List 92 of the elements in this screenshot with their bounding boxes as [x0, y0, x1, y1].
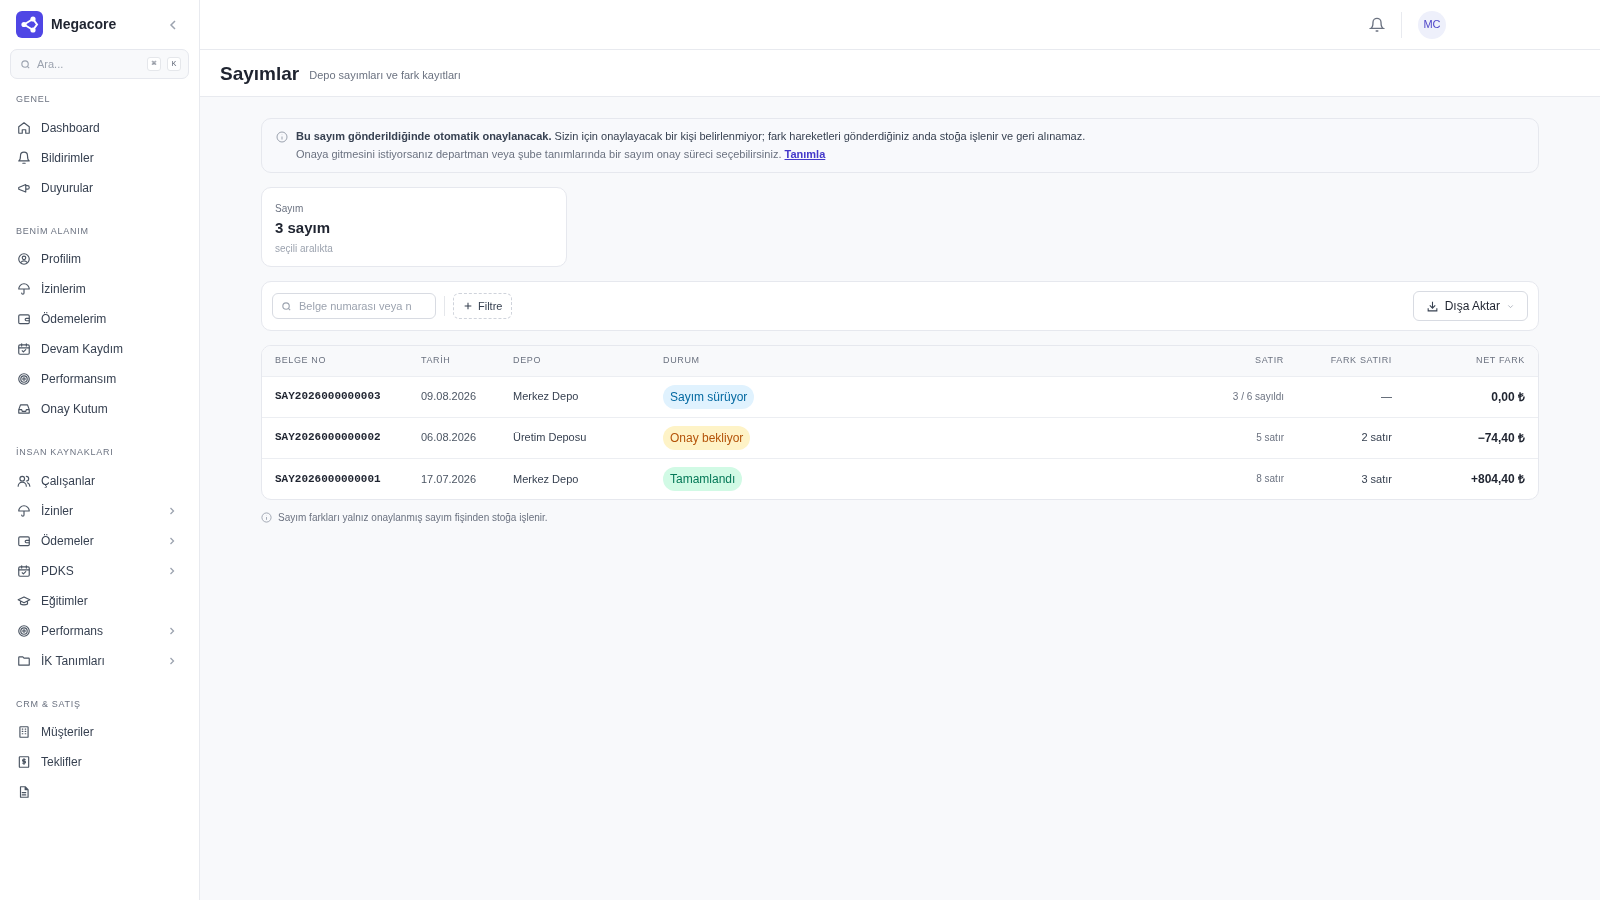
column-header: TARİH	[421, 346, 513, 376]
bell-icon[interactable]	[1369, 16, 1385, 33]
search-icon	[281, 301, 292, 312]
info-icon	[261, 512, 272, 523]
table-cell: 09.08.2026	[421, 390, 477, 403]
table-cell: 5 satır	[1256, 432, 1284, 443]
section-heading: GENEL	[15, 93, 52, 106]
nav-item[interactable]: Bildirimler	[10, 142, 189, 173]
table-cell: −74,40 ₺	[1477, 430, 1525, 445]
nav-item[interactable]: Dashboard	[10, 112, 189, 143]
info-icon	[276, 131, 288, 143]
define-link[interactable]: Tanımla	[784, 148, 826, 160]
page-title: Sayımlar	[220, 64, 300, 83]
table-cell: —	[1381, 390, 1392, 403]
nav-item[interactable]: Performans	[10, 615, 189, 646]
column-header: BELGE NO	[262, 346, 421, 376]
column-header: SATIR	[1174, 346, 1284, 376]
nav-item[interactable]: Ödemelerim	[10, 304, 189, 334]
shortcut-key: ⌘	[147, 57, 161, 71]
column-header: DEPO	[513, 346, 663, 376]
table-cell: SAY2026000000001	[275, 472, 381, 485]
nav-item[interactable]: Teklifler	[10, 747, 189, 777]
nav-item[interactable]: Performansım	[10, 364, 189, 394]
table-cell: 17.07.2026	[421, 472, 477, 485]
umbrella-icon	[17, 503, 31, 518]
section-heading: CRM & SATIŞ	[15, 697, 82, 711]
page-subtitle: Depo sayımları ve fark kayıtları	[309, 67, 461, 83]
bell-icon	[17, 150, 31, 165]
status-badge: Tamamlandı	[663, 466, 743, 491]
nav-item[interactable]: Duyurular	[10, 172, 189, 203]
table-cell: SAY2026000000002	[275, 431, 381, 444]
user-avatar[interactable]: MC	[1418, 10, 1446, 39]
table-cell: Üretim Deposu	[513, 431, 587, 444]
brand-name: Megacore	[51, 15, 118, 34]
document-icon	[17, 785, 31, 799]
search-icon	[20, 59, 31, 70]
table-cell: Merkez Depo	[513, 390, 579, 403]
table-cell: 3 / 6 sayıldı	[1232, 391, 1284, 402]
section-heading: İNSAN KAYNAKLARI	[15, 446, 115, 459]
status-badge: Onay bekliyor	[663, 425, 751, 450]
filter-button[interactable]: Filtre	[453, 293, 513, 319]
table-cell: Merkez Depo	[513, 472, 579, 485]
shortcut-key: K	[167, 57, 181, 71]
logo-icon	[16, 11, 43, 38]
table-cell: 8 satır	[1256, 473, 1284, 485]
nav-item[interactable]: Eğitimler	[10, 585, 189, 616]
stat-caption: seçili aralıkta	[275, 241, 334, 256]
nav-item[interactable]: PDKS	[10, 555, 189, 586]
nav-item[interactable]: Profilim	[10, 244, 189, 274]
inbox-icon	[17, 402, 31, 416]
table-cell: +804,40 ₺	[1470, 471, 1525, 486]
search-field[interactable]: Belge numarası veya n	[272, 293, 436, 319]
column-header: NET FARK	[1392, 346, 1538, 376]
table-cell: 3 satır	[1361, 472, 1392, 485]
download-icon	[1425, 299, 1439, 313]
nav-item[interactable]: Müşteriler	[10, 717, 189, 747]
user-circle-icon	[17, 252, 31, 266]
stat-label: Sayım	[275, 202, 305, 216]
column-header: DURUM	[663, 346, 1174, 376]
nav-item[interactable]: İzinlerim	[10, 274, 189, 304]
wallet-icon	[17, 533, 31, 548]
building-icon	[17, 725, 31, 739]
users-icon	[17, 473, 31, 488]
calendar-icon	[17, 563, 31, 578]
folder-icon	[17, 653, 31, 668]
nav-item[interactable]: Devam Kaydım	[10, 334, 189, 364]
table-cell: 06.08.2026	[421, 431, 477, 444]
notice-text: Bu sayım gönderildiğinde otomatik onaylanacak. Sizin için onaylayacak bir kişi belirlenmiyor; fark hareketleri gönderdiğiniz anda stoğa işlenir ve geri alınamaz.	[296, 129, 1086, 144]
target-icon	[17, 372, 31, 386]
graduation-cap-icon	[17, 593, 31, 608]
calendar-icon	[17, 342, 31, 356]
nav-item[interactable]: Ödemeler	[10, 525, 189, 556]
nav-item[interactable]: İK Tanımları	[10, 645, 189, 676]
table-cell: 2 satır	[1361, 431, 1392, 444]
stat-value: 3 sayım	[275, 218, 332, 238]
plus-icon	[463, 301, 473, 311]
invoice-icon	[17, 755, 31, 769]
home-icon	[17, 120, 31, 135]
export-button[interactable]: Dışa Aktar	[1412, 291, 1528, 321]
nav-item[interactable]: Onay Kutum	[10, 394, 189, 424]
column-header: FARK SATIRI	[1284, 346, 1392, 376]
umbrella-icon	[17, 282, 31, 296]
section-heading: BENİM ALANIM	[15, 224, 90, 238]
wallet-icon	[17, 312, 31, 326]
notice-text: Onaya gitmesini istiyorsanız departman veya şube tanımlarında bir sayım onay süreci seçebilirsiniz.	[296, 148, 782, 160]
table-cell: 0,00 ₺	[1491, 389, 1525, 404]
footnote-text: Sayım farkları yalnız onaylanmış sayım fişinden stoğa işlenir.	[278, 511, 548, 525]
nav-item[interactable]: İzinler	[10, 495, 189, 526]
nav-item[interactable]: Çalışanlar	[10, 465, 189, 496]
target-icon	[17, 623, 31, 638]
status-badge: Sayım sürüyor	[663, 384, 755, 409]
table-cell: SAY2026000000003	[275, 390, 381, 403]
